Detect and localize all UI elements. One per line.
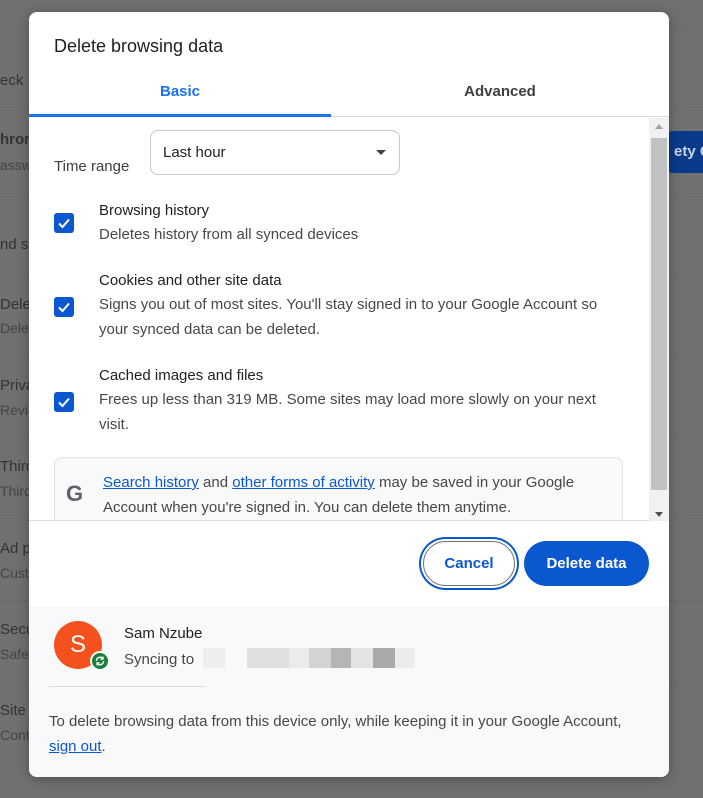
option-title: Browsing history: [99, 202, 210, 219]
time-range-value: Last hour: [163, 144, 226, 161]
safety-check-button: ety Ch: [668, 131, 703, 173]
time-range-select[interactable]: Last hour: [150, 130, 400, 175]
bg-text: Safe: [0, 646, 29, 662]
option-description: Frees up less than 319 MB. Some sites ma…: [99, 391, 596, 433]
info-connector: and: [203, 474, 229, 491]
scroll-up-arrow-icon[interactable]: [655, 124, 663, 129]
scroll-down-arrow-icon[interactable]: [655, 512, 663, 517]
delete-browsing-data-dialog: Delete browsing data Basic Advanced Time…: [29, 12, 669, 777]
delete-data-button[interactable]: Delete data: [524, 541, 649, 586]
dialog-title: Delete browsing data: [54, 36, 224, 56]
bg-text: assw: [0, 157, 32, 173]
info-text: Search history and other forms of activi…: [103, 470, 618, 520]
options-scroll-area: Time range Last hour Browsing history De…: [29, 118, 669, 521]
time-range-label: Time range: [54, 158, 130, 175]
scrollbar[interactable]: [649, 118, 669, 521]
checkmark-icon: [58, 397, 70, 408]
bg-text: Third: [0, 483, 32, 499]
option-description: Deletes history from all synced devices: [99, 226, 359, 243]
user-name: Sam Nzube: [124, 625, 203, 642]
option-title: Cached images and files: [99, 367, 264, 384]
sync-icon: [90, 651, 110, 671]
footer-note-end: .: [101, 738, 106, 755]
bg-text: eck: [0, 72, 24, 89]
sign-out-link[interactable]: sign out: [49, 738, 102, 755]
other-activity-link[interactable]: other forms of activity: [232, 474, 375, 491]
footer-note-text: To delete browsing data from this device…: [49, 713, 622, 730]
redacted-email: [203, 648, 415, 668]
account-footer: S Sam Nzube Syncing to To delete browsin…: [29, 606, 669, 777]
checkmark-icon: [58, 218, 70, 229]
bg-text: Delet: [0, 320, 33, 336]
checkmark-icon: [58, 302, 70, 313]
footer-note: To delete browsing data from this device…: [49, 709, 639, 759]
footer-divider: [49, 686, 205, 687]
tab-bar: Basic Advanced: [29, 78, 669, 117]
bg-text: Cont: [0, 727, 30, 743]
tab-advanced[interactable]: Advanced: [349, 78, 651, 117]
option-title: Cookies and other site data: [99, 272, 282, 289]
cookies-checkbox[interactable]: [54, 297, 74, 317]
dropdown-arrow-icon: [376, 150, 386, 155]
search-history-link[interactable]: Search history: [103, 474, 199, 491]
cached-images-checkbox[interactable]: [54, 392, 74, 412]
active-tab-indicator: [29, 114, 331, 117]
bg-text: Ad p: [0, 540, 31, 557]
google-g-icon: G: [66, 481, 84, 506]
google-activity-info: G Search history and other forms of acti…: [54, 457, 623, 520]
browsing-history-checkbox[interactable]: [54, 213, 74, 233]
option-description: Signs you out of most sites. You'll stay…: [99, 296, 598, 338]
scrollbar-thumb[interactable]: [651, 138, 667, 490]
cancel-button[interactable]: Cancel: [423, 541, 515, 586]
sync-status: Syncing to: [124, 651, 195, 668]
tab-basic[interactable]: Basic: [29, 78, 331, 117]
bg-text: nd s: [0, 236, 29, 253]
